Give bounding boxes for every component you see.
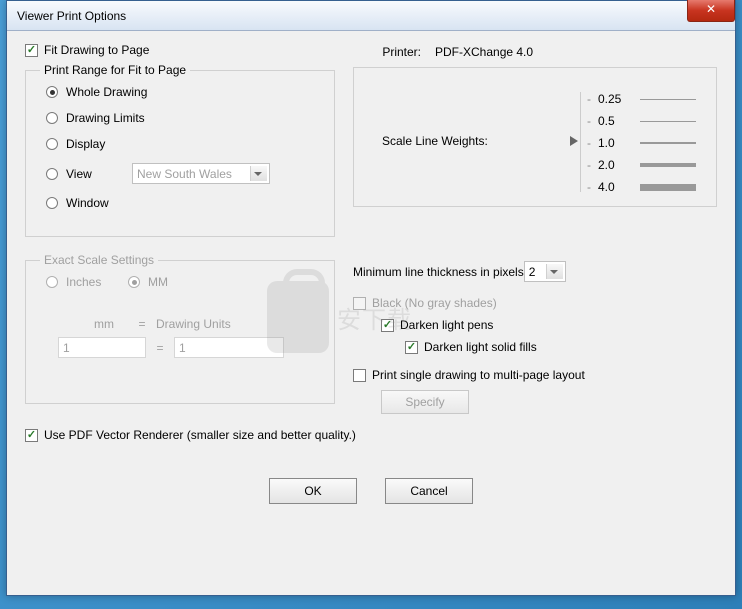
multi-page-label: Print single drawing to multi-page layou… xyxy=(372,368,585,382)
close-button[interactable]: ✕ xyxy=(687,0,735,22)
specify-button: Specify xyxy=(381,390,469,414)
slider-pointer-icon[interactable] xyxy=(570,136,578,146)
scale-weights-box: Scale Line Weights: -0.25 -0.5 -1.0 -2.0… xyxy=(353,67,717,207)
view-combo-value: New South Wales xyxy=(137,167,232,181)
min-thickness-label: Minimum line thickness in pixels xyxy=(353,265,524,279)
black-no-gray-label: Black (No gray shades) xyxy=(372,296,497,310)
scale-val-0: 0.25 xyxy=(594,92,630,106)
print-range-fieldset: Print Range for Fit to Page Whole Drawin… xyxy=(25,63,335,237)
radio-view-label: View xyxy=(66,167,132,181)
eq-header: = xyxy=(128,317,156,331)
eq-sym: = xyxy=(146,341,174,355)
radio-window[interactable] xyxy=(46,197,58,209)
du-header: Drawing Units xyxy=(156,317,266,331)
fit-drawing-checkbox[interactable] xyxy=(25,44,38,57)
exact-scale-fieldset: Exact Scale Settings Inches MM mm = Draw… xyxy=(25,253,335,404)
du-input: 1 xyxy=(174,337,284,358)
pdf-renderer-label: Use PDF Vector Renderer (smaller size an… xyxy=(44,428,356,442)
scale-bar-1 xyxy=(640,121,696,122)
print-range-legend: Print Range for Fit to Page xyxy=(40,63,190,77)
scale-bar-3 xyxy=(640,163,696,167)
printer-value: PDF-XChange 4.0 xyxy=(435,45,533,59)
exact-scale-legend: Exact Scale Settings xyxy=(40,253,158,267)
dialog-window: Viewer Print Options ✕ Fit Drawing to Pa… xyxy=(6,0,736,596)
min-thickness-value: 2 xyxy=(529,265,536,279)
black-no-gray-checkbox xyxy=(353,297,366,310)
view-combo[interactable]: New South Wales xyxy=(132,163,270,184)
radio-display[interactable] xyxy=(46,138,58,150)
darken-pens-label: Darken light pens xyxy=(400,318,493,332)
ok-button[interactable]: OK xyxy=(269,478,357,504)
fit-drawing-label: Fit Drawing to Page xyxy=(44,43,149,57)
radio-window-label: Window xyxy=(66,196,109,210)
dialog-content: Fit Drawing to Page Print Range for Fit … xyxy=(7,31,735,516)
scale-val-2: 1.0 xyxy=(594,136,630,150)
scale-weights-slider[interactable]: -0.25 -0.5 -1.0 -2.0 -4.0 xyxy=(584,88,696,198)
radio-drawing-limits[interactable] xyxy=(46,112,58,124)
mm-header: mm xyxy=(80,317,128,331)
slider-track xyxy=(580,92,581,192)
multi-page-checkbox[interactable] xyxy=(353,369,366,382)
scale-bar-2 xyxy=(640,142,696,144)
inches-label: Inches xyxy=(66,275,128,289)
scale-bar-0 xyxy=(640,99,696,100)
scale-bar-4 xyxy=(640,184,696,191)
min-thickness-combo[interactable]: 2 xyxy=(524,261,566,282)
window-title: Viewer Print Options xyxy=(13,9,126,23)
radio-view[interactable] xyxy=(46,168,58,180)
radio-mm xyxy=(128,276,140,288)
scale-val-1: 0.5 xyxy=(594,114,630,128)
radio-whole-label: Whole Drawing xyxy=(66,85,147,99)
darken-pens-checkbox[interactable] xyxy=(381,319,394,332)
pdf-renderer-checkbox[interactable] xyxy=(25,429,38,442)
darken-fills-checkbox[interactable] xyxy=(405,341,418,354)
radio-whole-drawing[interactable] xyxy=(46,86,58,98)
scale-val-4: 4.0 xyxy=(594,180,630,194)
mm-label: MM xyxy=(148,275,168,289)
radio-inches xyxy=(46,276,58,288)
scale-val-3: 2.0 xyxy=(594,158,630,172)
cancel-button[interactable]: Cancel xyxy=(385,478,473,504)
printer-label: Printer: xyxy=(353,45,421,59)
titlebar[interactable]: Viewer Print Options ✕ xyxy=(7,1,735,31)
radio-display-label: Display xyxy=(66,137,105,151)
darken-fills-label: Darken light solid fills xyxy=(424,340,537,354)
scale-weights-label: Scale Line Weights: xyxy=(382,134,488,148)
radio-limits-label: Drawing Limits xyxy=(66,111,145,125)
mm-input: 1 xyxy=(58,337,146,358)
